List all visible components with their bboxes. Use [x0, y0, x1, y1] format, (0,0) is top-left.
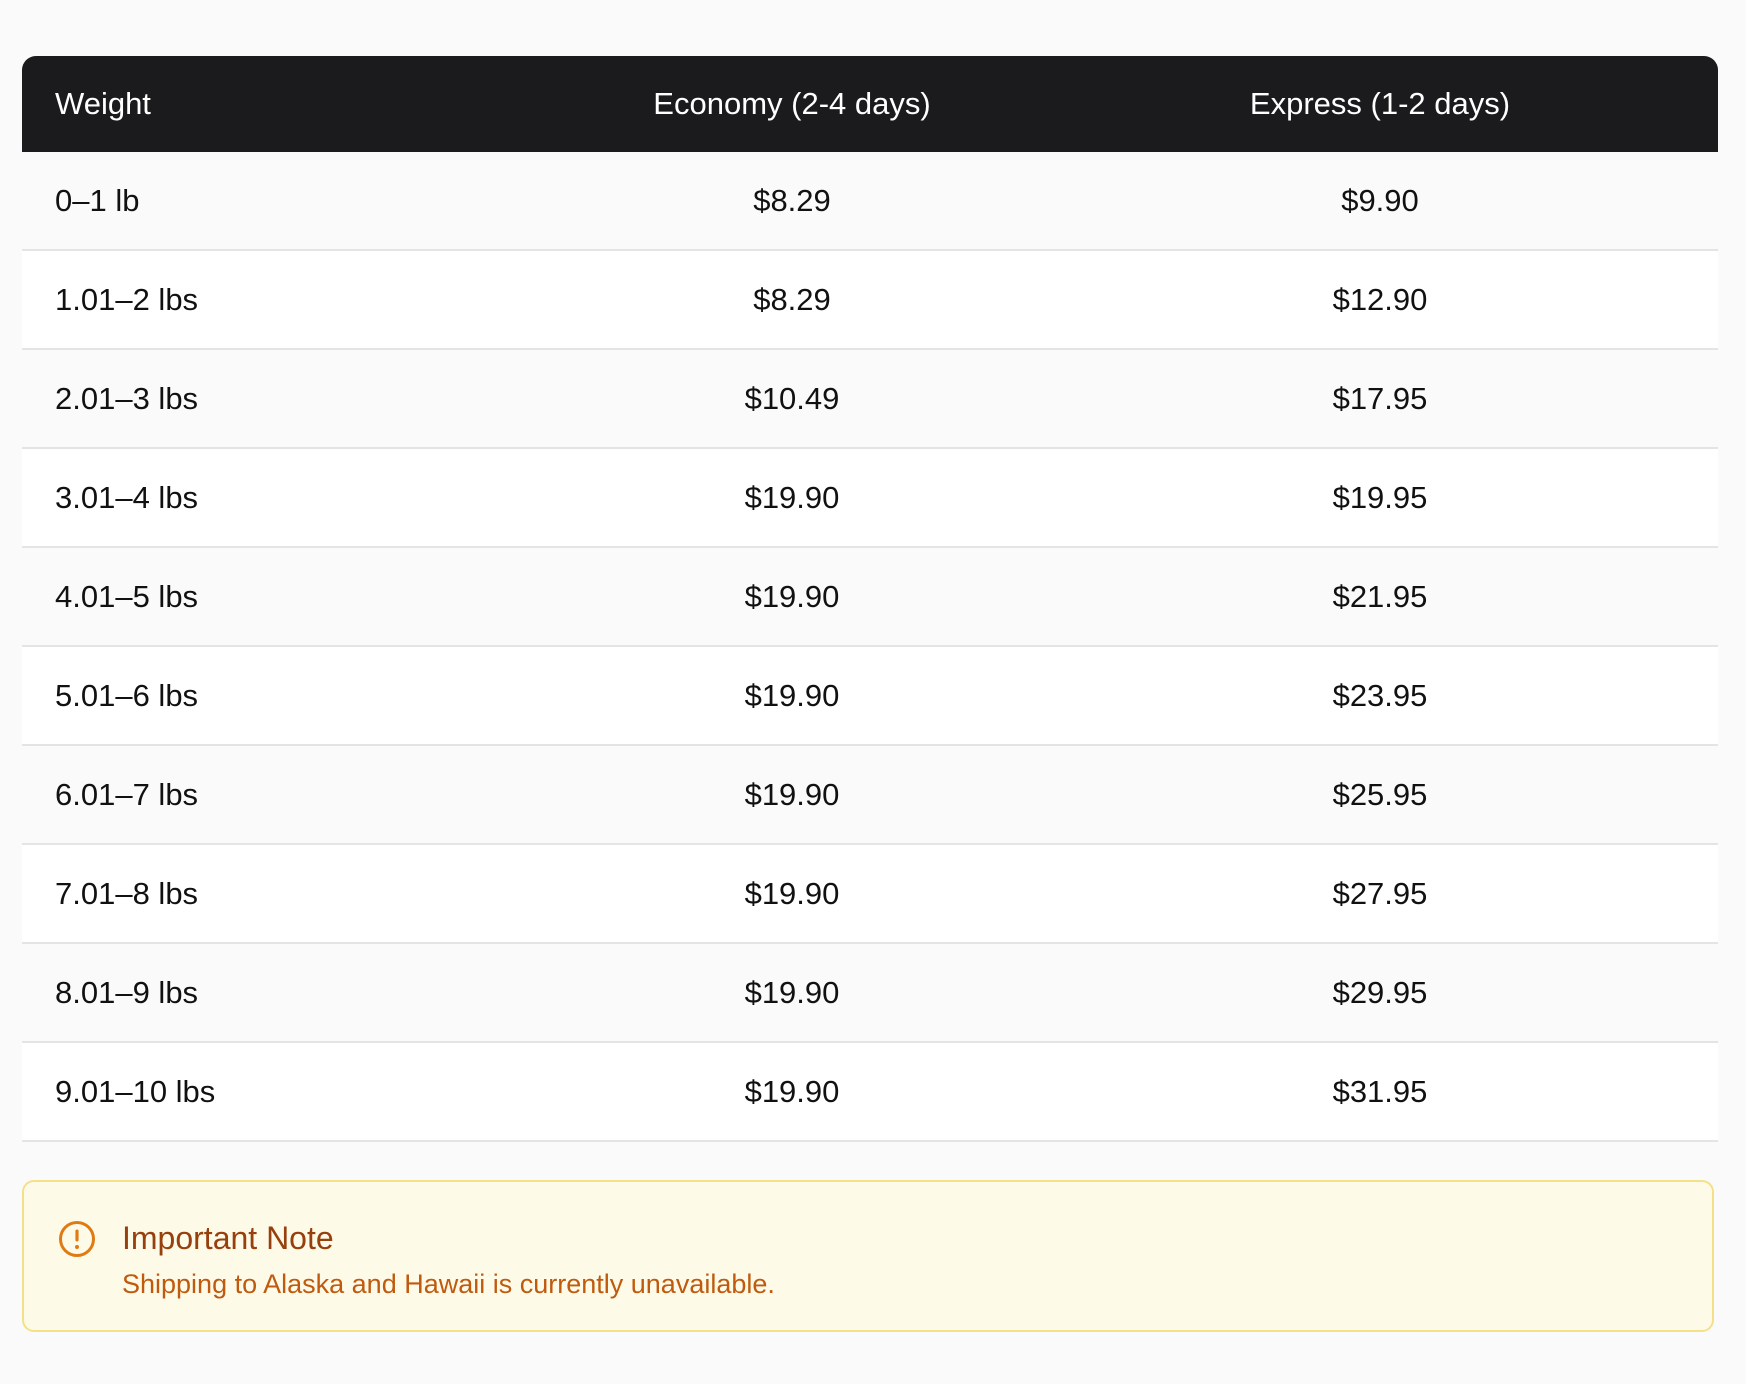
table-row: 5.01–6 lbs $19.90 $23.95	[22, 647, 1718, 746]
weight-cell: 1.01–2 lbs	[22, 251, 542, 350]
express-price-cell: $25.95	[1042, 746, 1718, 845]
table-row: 6.01–7 lbs $19.90 $25.95	[22, 746, 1718, 845]
table-row: 3.01–4 lbs $19.90 $19.95	[22, 449, 1718, 548]
weight-cell: 5.01–6 lbs	[22, 647, 542, 746]
table-header: Weight Economy (2-4 days) Express (1-2 d…	[22, 56, 1718, 152]
express-price-cell: $29.95	[1042, 944, 1718, 1043]
weight-cell: 4.01–5 lbs	[22, 548, 542, 647]
express-price-cell: $23.95	[1042, 647, 1718, 746]
table-row: 2.01–3 lbs $10.49 $17.95	[22, 350, 1718, 449]
table-row: 4.01–5 lbs $19.90 $21.95	[22, 548, 1718, 647]
note-title: Important Note	[122, 1220, 334, 1256]
economy-price-cell: $8.29	[542, 251, 1042, 350]
economy-price-cell: $19.90	[542, 944, 1042, 1043]
shipping-rates-container: Weight Economy (2-4 days) Express (1-2 d…	[22, 56, 1718, 1142]
important-note-callout: Important Note Shipping to Alaska and Ha…	[22, 1180, 1714, 1332]
column-header-economy: Economy (2-4 days)	[542, 56, 1042, 152]
weight-cell: 2.01–3 lbs	[22, 350, 542, 449]
column-header-express: Express (1-2 days)	[1042, 56, 1718, 152]
weight-cell: 7.01–8 lbs	[22, 845, 542, 944]
economy-price-cell: $19.90	[542, 1043, 1042, 1142]
economy-price-cell: $8.29	[542, 152, 1042, 251]
economy-price-cell: $19.90	[542, 449, 1042, 548]
table-row: 7.01–8 lbs $19.90 $27.95	[22, 845, 1718, 944]
weight-cell: 0–1 lb	[22, 152, 542, 251]
note-text: Shipping to Alaska and Hawaii is current…	[122, 1269, 775, 1299]
shipping-rates-table: Weight Economy (2-4 days) Express (1-2 d…	[22, 56, 1718, 1142]
weight-cell: 9.01–10 lbs	[22, 1043, 542, 1142]
weight-cell: 8.01–9 lbs	[22, 944, 542, 1043]
table-row: 1.01–2 lbs $8.29 $12.90	[22, 251, 1718, 350]
table-row: 9.01–10 lbs $19.90 $31.95	[22, 1043, 1718, 1142]
weight-cell: 6.01–7 lbs	[22, 746, 542, 845]
express-price-cell: $31.95	[1042, 1043, 1718, 1142]
express-price-cell: $9.90	[1042, 152, 1718, 251]
table-row: 8.01–9 lbs $19.90 $29.95	[22, 944, 1718, 1043]
table-row: 0–1 lb $8.29 $9.90	[22, 152, 1718, 251]
alert-circle-icon	[58, 1220, 96, 1258]
economy-price-cell: $19.90	[542, 746, 1042, 845]
weight-cell: 3.01–4 lbs	[22, 449, 542, 548]
table-header-row: Weight Economy (2-4 days) Express (1-2 d…	[22, 56, 1718, 152]
table-body: 0–1 lb $8.29 $9.90 1.01–2 lbs $8.29 $12.…	[22, 152, 1718, 1142]
express-price-cell: $19.95	[1042, 449, 1718, 548]
economy-price-cell: $10.49	[542, 350, 1042, 449]
express-price-cell: $27.95	[1042, 845, 1718, 944]
economy-price-cell: $19.90	[542, 548, 1042, 647]
column-header-weight: Weight	[22, 56, 542, 152]
express-price-cell: $21.95	[1042, 548, 1718, 647]
express-price-cell: $12.90	[1042, 251, 1718, 350]
economy-price-cell: $19.90	[542, 845, 1042, 944]
economy-price-cell: $19.90	[542, 647, 1042, 746]
express-price-cell: $17.95	[1042, 350, 1718, 449]
